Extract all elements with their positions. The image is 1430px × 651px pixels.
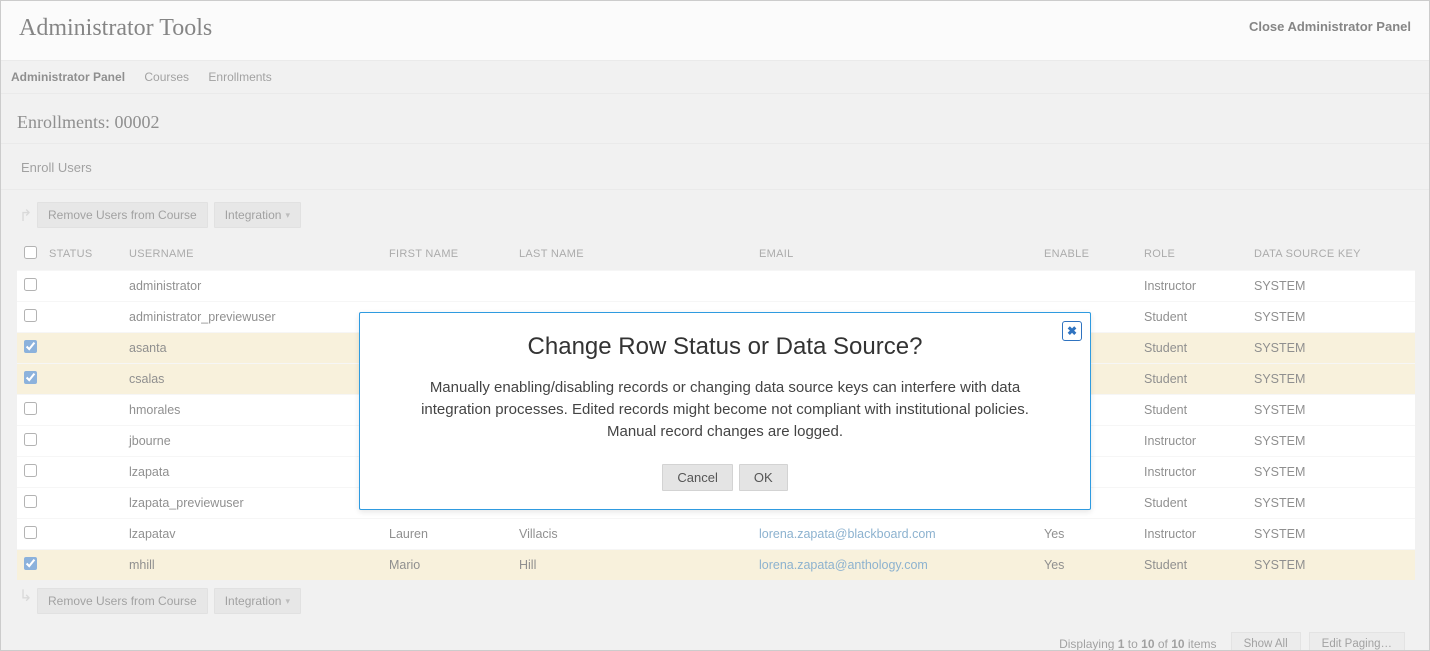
ok-button[interactable]: OK (739, 464, 788, 491)
cancel-button[interactable]: Cancel (662, 464, 732, 491)
modal-button-row: Cancel OK (386, 464, 1064, 491)
modal-close-button[interactable]: ✖ (1062, 321, 1082, 341)
confirm-modal: ✖ Change Row Status or Data Source? Manu… (359, 312, 1091, 510)
modal-title: Change Row Status or Data Source? (386, 333, 1064, 361)
close-icon: ✖ (1067, 324, 1077, 338)
modal-body: Manually enabling/disabling records or c… (386, 377, 1064, 442)
app-window: Administrator Tools Close Administrator … (0, 0, 1430, 651)
